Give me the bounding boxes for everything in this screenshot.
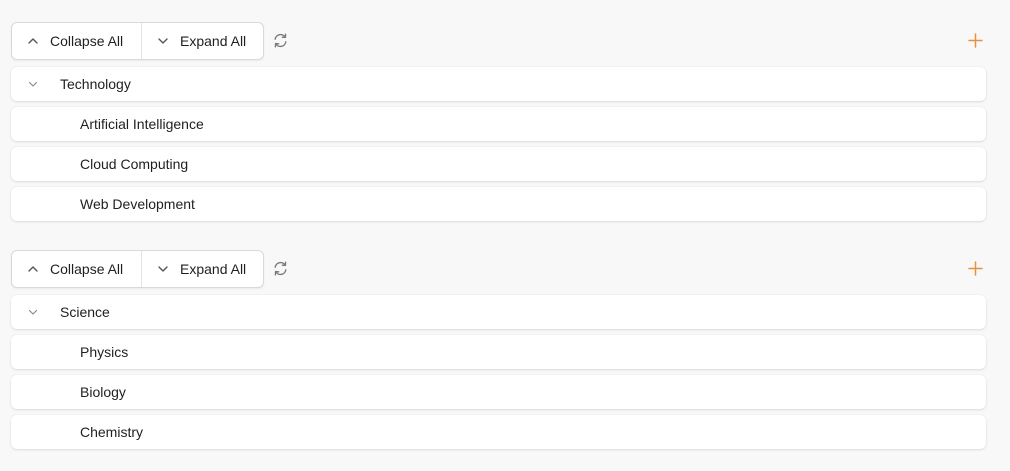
tree-node-child[interactable]: Physics [11,335,986,369]
tree-section-technology: Collapse All Expand All Technology Artif… [11,22,986,227]
chevron-down-icon [156,34,170,48]
tree-node-parent[interactable]: Technology [11,67,986,101]
chevron-up-icon [26,262,40,276]
tree-node-child[interactable]: Biology [11,375,986,409]
expand-all-button[interactable]: Expand All [142,23,263,59]
expand-all-label: Expand All [180,261,247,277]
tree-node-label: Biology [80,384,126,400]
collapse-expand-group: Collapse All Expand All [11,22,264,60]
tree-node-child[interactable]: Artificial Intelligence [11,107,986,141]
refresh-icon[interactable] [272,260,289,277]
tree-node-child[interactable]: Cloud Computing [11,147,986,181]
tree-node-label: Web Development [80,196,195,212]
tree-node-child[interactable]: Chemistry [11,415,986,449]
collapse-all-label: Collapse All [50,33,124,49]
plus-icon[interactable] [967,260,984,277]
chevron-down-icon[interactable] [27,306,39,318]
chevron-down-icon [156,262,170,276]
refresh-icon[interactable] [272,32,289,49]
tree-node-label: Artificial Intelligence [80,116,204,132]
collapse-all-button[interactable]: Collapse All [12,251,142,287]
tree-node-label: Technology [60,76,131,92]
tree-page: Collapse All Expand All Technology Artif… [0,0,1010,471]
tree-toolbar: Collapse All Expand All [11,22,986,60]
plus-icon[interactable] [967,32,984,49]
tree-node-label: Physics [80,344,129,360]
tree-toolbar: Collapse All Expand All [11,250,986,288]
chevron-up-icon [26,34,40,48]
tree-section-science: Collapse All Expand All Science Physics … [11,250,986,455]
collapse-expand-group: Collapse All Expand All [11,250,264,288]
expand-all-label: Expand All [180,33,247,49]
chevron-down-icon[interactable] [27,78,39,90]
tree-node-label: Cloud Computing [80,156,189,172]
expand-all-button[interactable]: Expand All [142,251,263,287]
tree-node-child[interactable]: Web Development [11,187,986,221]
tree-node-label: Science [60,304,110,320]
tree-node-parent[interactable]: Science [11,295,986,329]
collapse-all-label: Collapse All [50,261,124,277]
tree-node-label: Chemistry [80,424,144,440]
collapse-all-button[interactable]: Collapse All [12,23,142,59]
